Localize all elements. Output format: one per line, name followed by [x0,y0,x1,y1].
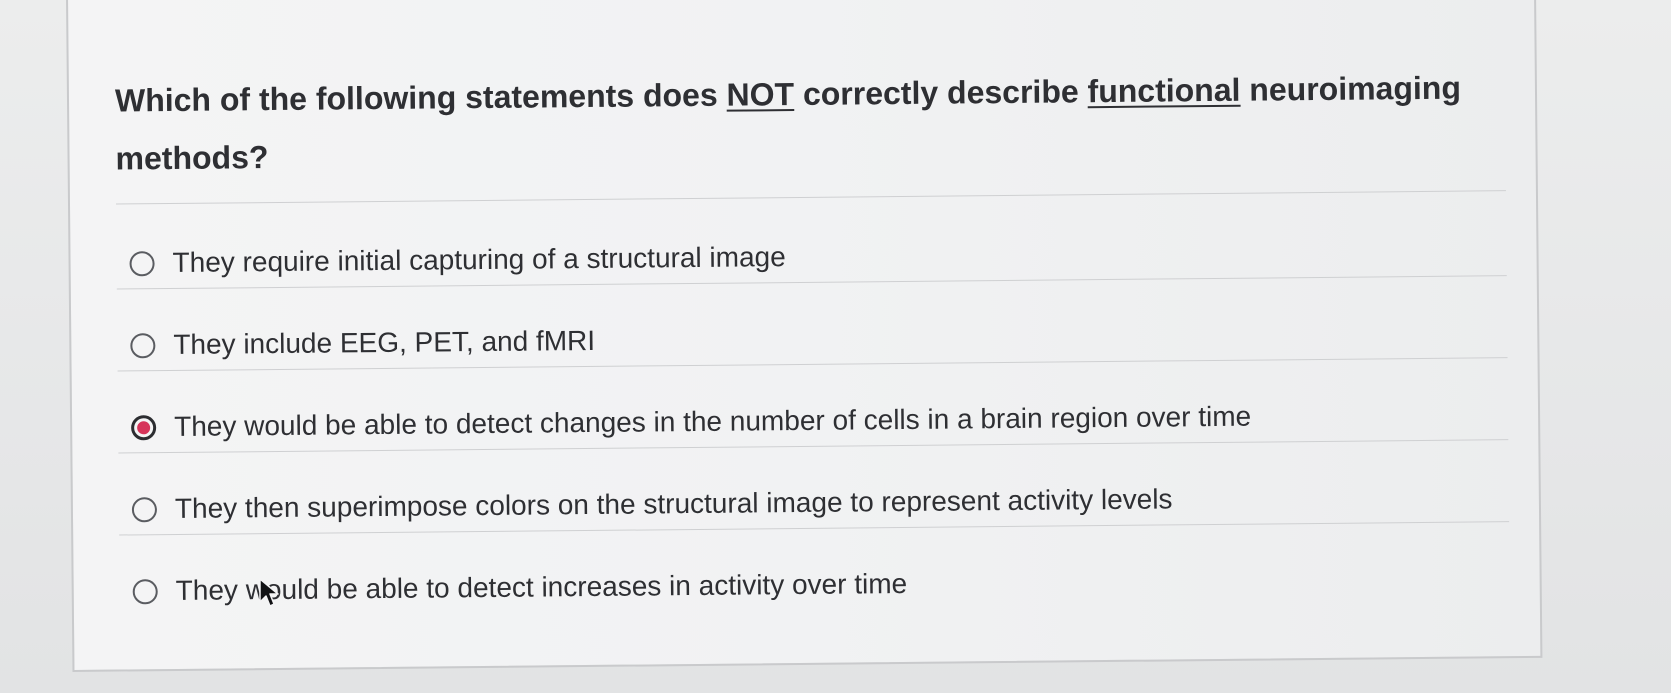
answer-option-5[interactable]: They would be able to detect increases i… [119,537,1510,632]
answer-option-label: They would be able to detect changes in … [173,400,1252,442]
radio-button-icon[interactable] [132,578,158,604]
answer-option-2[interactable]: They include EEG, PET, and fMRI [117,291,1508,386]
screen: Which of the following statements does N… [0,0,1671,693]
question-text-part2: correctly describe [793,73,1088,113]
answer-options: They require initial capturing of a stru… [116,209,1510,632]
answer-option-label: They would be able to detect increases i… [175,567,908,606]
answer-option-label: They include EEG, PET, and fMRI [173,324,596,360]
arrow-pointer-icon [259,578,279,607]
answer-option-4[interactable]: They then superimpose colors on the stru… [119,455,1510,550]
answer-option-1[interactable]: They require initial capturing of a stru… [116,209,1507,304]
question-text: Which of the following statements does N… [115,58,1496,187]
question-text-part1: Which of the following statements does [114,76,727,119]
radio-button-icon[interactable] [131,496,158,522]
radio-button-icon[interactable] [130,332,156,358]
answer-option-3[interactable]: They would be able to detect changes in … [118,373,1509,468]
answer-option-label: They then superimpose colors on the stru… [174,483,1173,524]
radio-button-icon[interactable] [129,250,155,276]
answer-option-label: They require initial capturing of a stru… [172,241,786,278]
question-emphasis-functional: functional [1087,71,1241,110]
question-emphasis-not: NOT [726,76,795,113]
question-divider [115,190,1506,205]
question-card: Which of the following statements does N… [66,0,1543,672]
radio-button-selected-icon[interactable] [131,414,157,440]
